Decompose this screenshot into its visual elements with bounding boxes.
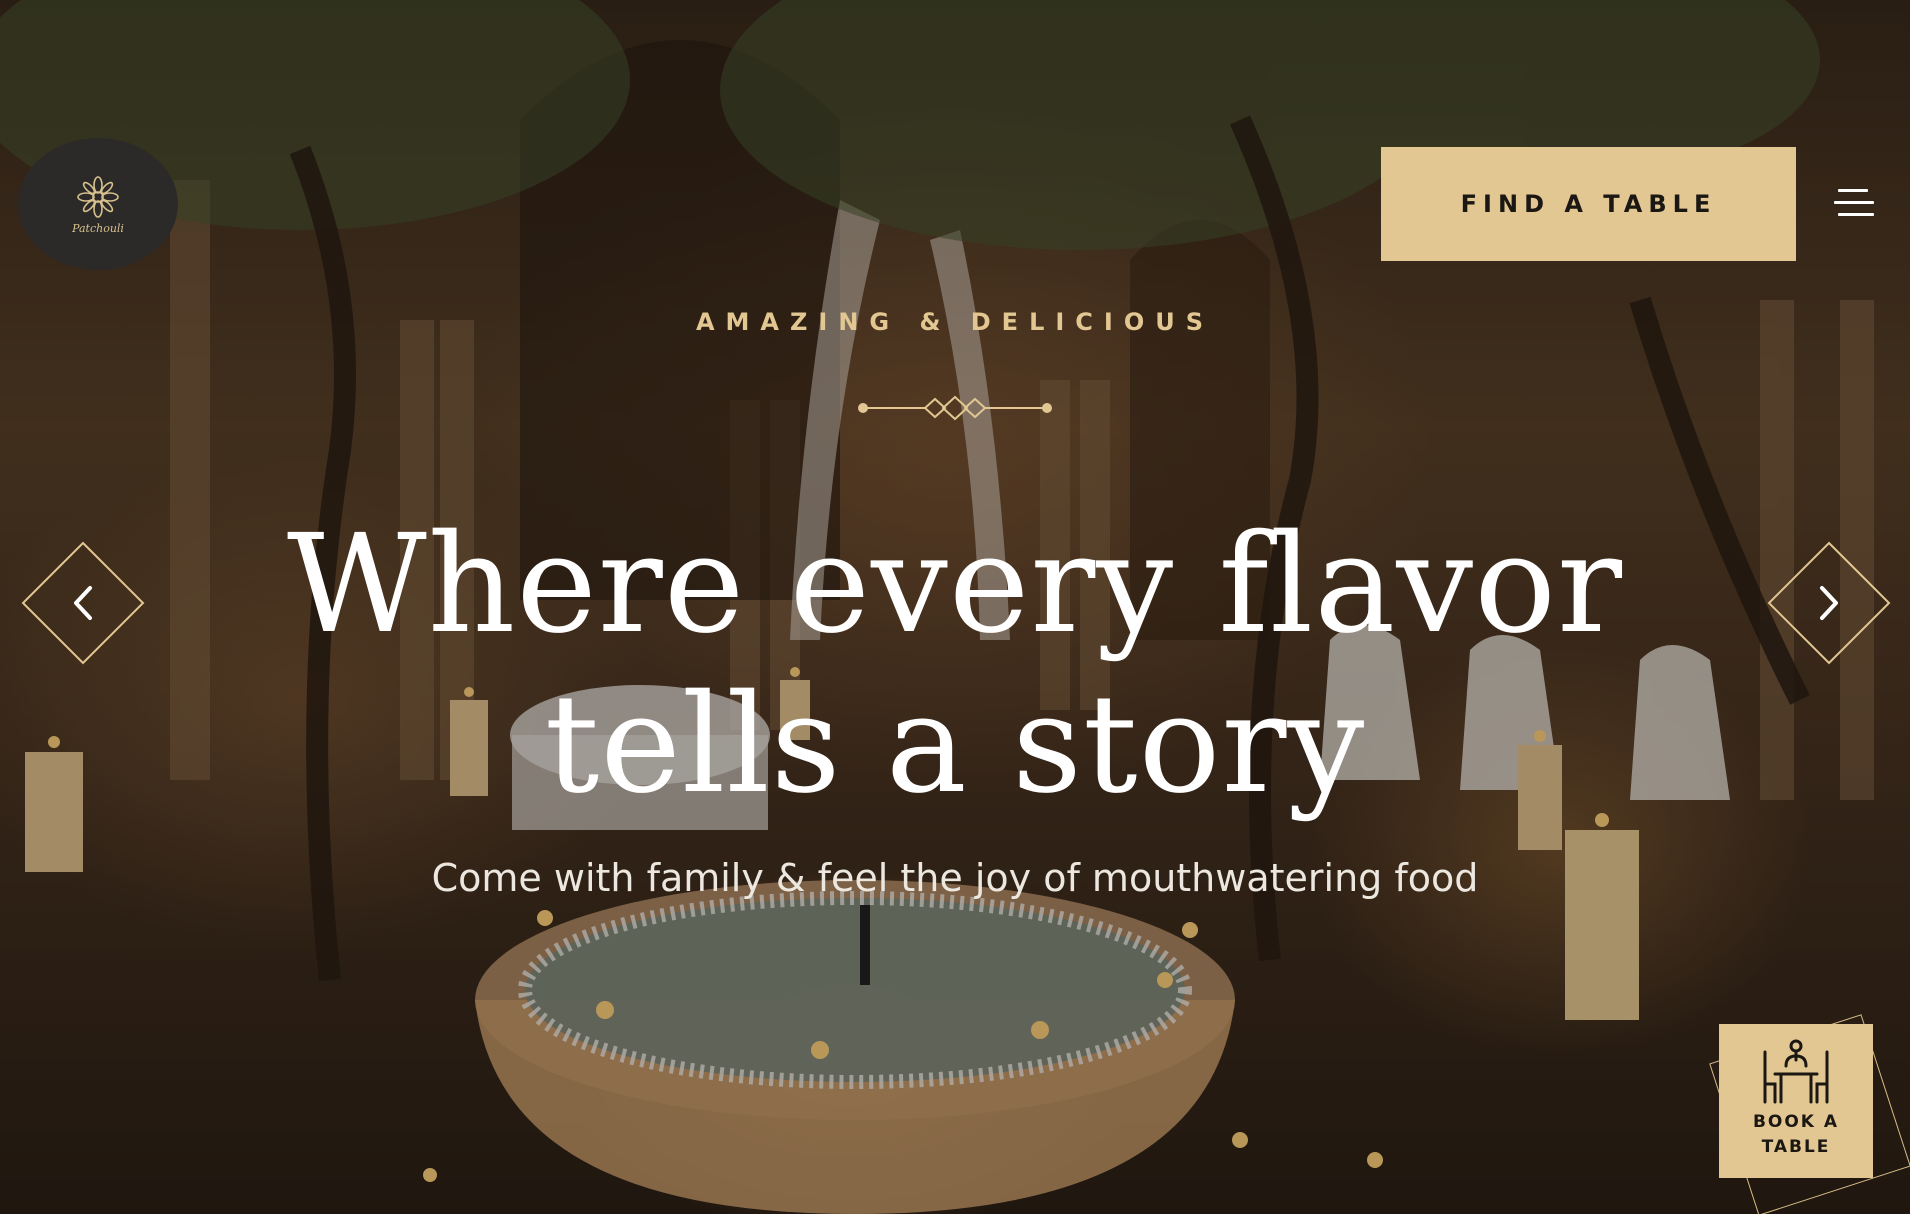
- find-a-table-button[interactable]: FIND A TABLE: [1381, 147, 1796, 261]
- hamburger-menu-icon[interactable]: [1834, 186, 1876, 220]
- slider-prev-button[interactable]: [20, 540, 146, 666]
- headline-line-2: tells a story: [544, 666, 1366, 824]
- hero-subheadline: Come with family & feel the joy of mouth…: [431, 856, 1479, 900]
- book-a-table-widget: BOOK A TABLE: [1695, 1000, 1910, 1214]
- chevron-left-icon: [74, 586, 92, 620]
- book-a-table-button[interactable]: BOOK A TABLE: [1719, 1024, 1873, 1178]
- hero-headline: Where every flavor tells a story: [0, 505, 1910, 825]
- chevron-right-icon: [1820, 586, 1838, 620]
- book-label-line-1: BOOK A: [1752, 1112, 1840, 1132]
- hero-eyebrow: AMAZING & DELICIOUS: [695, 308, 1215, 336]
- book-a-table-label: BOOK A TABLE: [1741, 1110, 1851, 1160]
- logo-wordmark: Patchouli: [72, 221, 124, 235]
- slider-next-button[interactable]: [1766, 540, 1892, 666]
- floral-mandala-icon: [77, 175, 119, 218]
- dining-table-icon: [1763, 1039, 1829, 1104]
- book-label-line-2: TABLE: [1761, 1137, 1831, 1157]
- ornament-divider-icon: [858, 395, 1052, 421]
- hero-section: Patchouli FIND A TABLE AMAZING & DELICIO…: [0, 0, 1910, 1214]
- brand-logo[interactable]: Patchouli: [18, 138, 178, 270]
- headline-line-1: Where every flavor: [286, 506, 1624, 664]
